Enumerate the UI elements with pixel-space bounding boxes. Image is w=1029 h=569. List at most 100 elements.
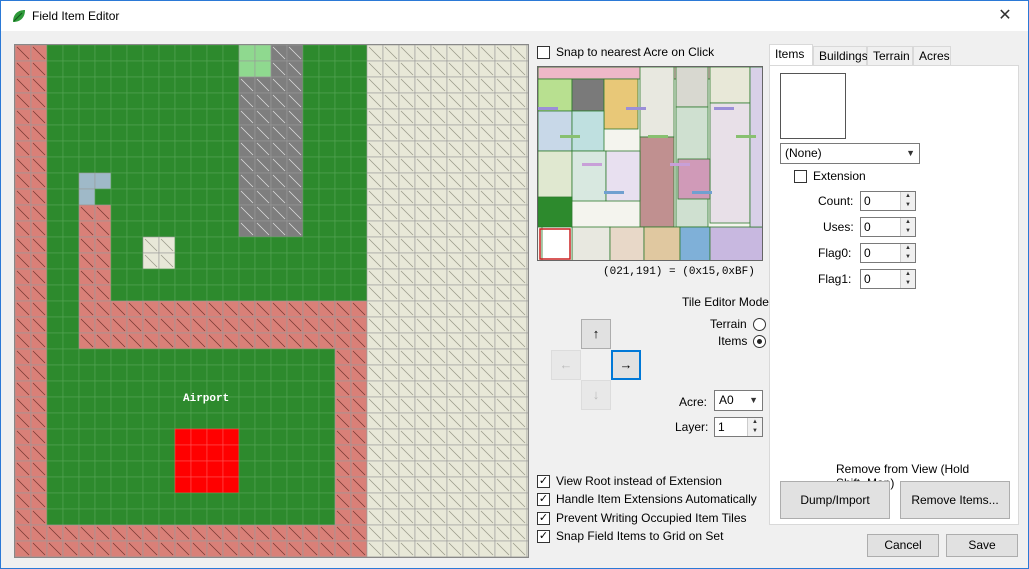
uses-value: 0 <box>864 220 871 234</box>
option-checkbox[interactable]: ✓ View Root instead of Extension <box>537 474 722 488</box>
tile <box>62 204 80 222</box>
tile <box>110 268 128 286</box>
close-icon[interactable]: ✕ <box>982 1 1028 31</box>
nav-down-button[interactable]: ↓ <box>581 380 611 410</box>
tile <box>78 156 96 174</box>
tile <box>110 284 128 302</box>
minimap-block <box>571 78 605 112</box>
minimap-block <box>609 226 645 260</box>
tile <box>142 108 160 126</box>
count-stepper[interactable]: 0 ▲ ▼ <box>860 191 916 211</box>
tile <box>94 492 112 510</box>
tab-acres[interactable]: Acres <box>913 46 951 66</box>
field-tile-grid[interactable] <box>15 45 529 558</box>
spin-arrows-icon[interactable]: ▲ ▼ <box>900 192 915 210</box>
snap-to-acre-box[interactable] <box>537 45 550 59</box>
minimap-canvas[interactable] <box>538 67 763 261</box>
minimap-block <box>541 226 573 260</box>
cancel-button[interactable]: Cancel <box>867 534 939 557</box>
tab-items[interactable]: Items <box>769 44 813 66</box>
flag0-value: 0 <box>864 246 871 260</box>
minimap-stripe <box>736 135 756 138</box>
check-icon[interactable]: ✓ <box>537 511 550 525</box>
tile <box>62 236 80 254</box>
items-mode-radio[interactable]: Items <box>718 334 767 348</box>
flag0-stepper[interactable]: 0 ▲ ▼ <box>860 243 916 263</box>
minimap[interactable] <box>537 66 763 261</box>
tile <box>158 460 176 478</box>
item-select[interactable]: (None) ▼ <box>780 143 920 164</box>
tile <box>254 364 272 382</box>
tile <box>62 45 80 62</box>
snap-to-acre-label: Snap to nearest Acre on Click <box>556 45 715 59</box>
tile <box>350 252 368 270</box>
spin-arrows-icon[interactable]: ▲ ▼ <box>900 244 915 262</box>
field-map-view[interactable]: Airport <box>14 44 529 558</box>
spin-arrows-icon[interactable]: ▲ ▼ <box>900 270 915 288</box>
nav-right-button[interactable]: → <box>611 350 641 380</box>
tile <box>350 92 368 110</box>
option-checkbox[interactable]: ✓ Snap Field Items to Grid on Set <box>537 529 723 543</box>
spin-arrows-icon[interactable]: ▲ ▼ <box>900 218 915 236</box>
tile <box>174 460 192 478</box>
dump-import-button[interactable]: Dump/Import <box>780 481 890 519</box>
tile <box>286 476 304 494</box>
tile <box>302 412 320 430</box>
tile <box>158 396 176 414</box>
option-checkbox[interactable]: ✓ Prevent Writing Occupied Item Tiles <box>537 511 747 525</box>
tile <box>78 348 96 366</box>
tile <box>334 204 352 222</box>
option-checkbox[interactable]: ✓ Handle Item Extensions Automatically <box>537 492 757 506</box>
tab-terrain[interactable]: Terrain <box>867 46 913 66</box>
nav-left-button[interactable]: ← <box>551 350 581 380</box>
tile <box>526 220 528 238</box>
spin-arrows-icon[interactable]: ▲ ▼ <box>747 418 762 436</box>
tile <box>526 476 528 494</box>
tile <box>238 380 256 398</box>
extension-checkbox[interactable]: Extension <box>794 169 866 183</box>
tile <box>142 428 160 446</box>
tile <box>46 92 64 110</box>
tile <box>110 460 128 478</box>
extension-box[interactable] <box>794 169 807 183</box>
tile <box>526 332 528 350</box>
tile <box>206 268 224 286</box>
check-icon[interactable]: ✓ <box>537 474 550 488</box>
tile <box>334 268 352 286</box>
flag1-stepper[interactable]: 0 ▲ ▼ <box>860 269 916 289</box>
layer-stepper[interactable]: 1 ▲ ▼ <box>714 417 763 437</box>
tile <box>190 476 208 494</box>
tile <box>94 76 112 94</box>
check-icon[interactable]: ✓ <box>537 492 550 506</box>
tile <box>254 476 272 494</box>
tab-buildings[interactable]: Buildings <box>813 46 868 66</box>
tile <box>142 364 160 382</box>
snap-to-acre-checkbox[interactable]: Snap to nearest Acre on Click <box>537 45 714 59</box>
tile <box>158 172 176 190</box>
tile <box>238 428 256 446</box>
nav-up-button[interactable]: ↑ <box>581 319 611 349</box>
tile <box>238 460 256 478</box>
tile <box>270 556 288 557</box>
tile <box>238 60 256 78</box>
acre-select-value: A0 <box>719 393 734 407</box>
tile <box>238 252 256 270</box>
save-button[interactable]: Save <box>946 534 1018 557</box>
tile <box>254 236 272 254</box>
tile <box>110 236 128 254</box>
tile <box>350 60 368 78</box>
tile <box>222 396 240 414</box>
tile <box>286 396 304 414</box>
terrain-mode-radio[interactable]: Terrain <box>710 317 766 331</box>
tile <box>46 412 64 430</box>
check-icon[interactable]: ✓ <box>537 529 550 543</box>
tile <box>126 444 144 462</box>
remove-items-button[interactable]: Remove Items... <box>900 481 1010 519</box>
uses-stepper[interactable]: 0 ▲ ▼ <box>860 217 916 237</box>
items-radio-circle[interactable] <box>753 334 767 348</box>
tile <box>62 476 80 494</box>
tile <box>62 412 80 430</box>
acre-select[interactable]: A0 ▼ <box>714 390 763 411</box>
tile <box>126 45 144 62</box>
terrain-radio-circle[interactable] <box>752 317 766 331</box>
